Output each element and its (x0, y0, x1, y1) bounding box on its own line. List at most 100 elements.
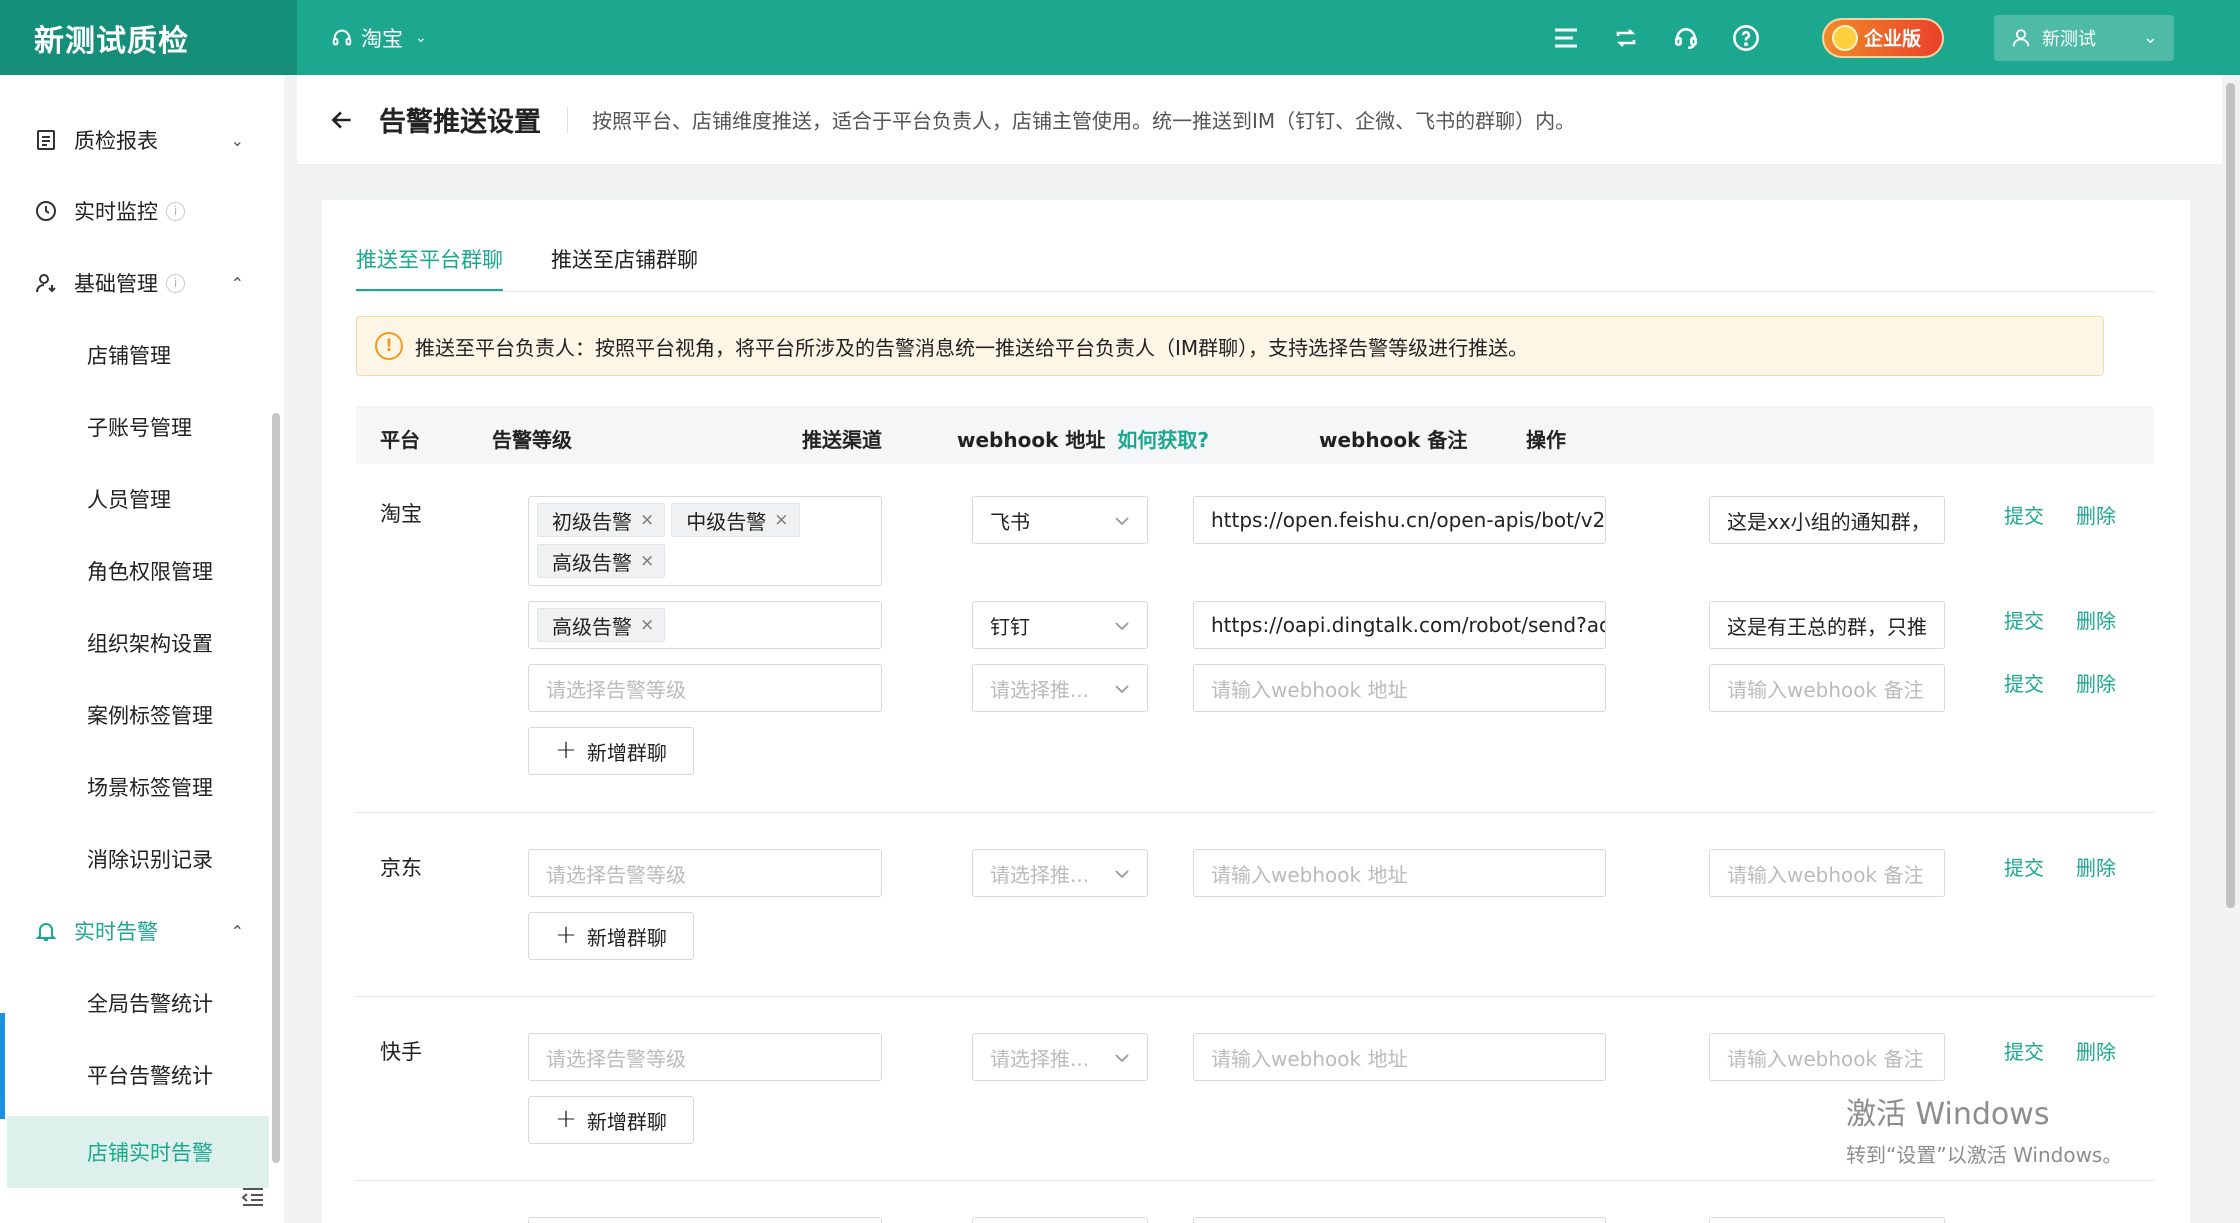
sidebar-item-platform-alerts[interactable]: 平台告警统计 (0, 1039, 270, 1111)
platform-name: 京东 (380, 856, 422, 880)
user-icon (2012, 28, 2030, 46)
remark-input[interactable]: 请输入webhook 备注 (1709, 664, 1945, 712)
close-icon[interactable]: × (640, 615, 654, 635)
webhook-input[interactable]: 请输入webhook 地址 (1193, 1033, 1606, 1081)
page-header: 告警推送设置 按照平台、店铺维度推送，适合于平台负责人，店铺主管使用。统一推送到… (297, 75, 2222, 165)
col-ops: 操作 (1526, 428, 1566, 452)
submit-link[interactable]: 提交 (2004, 668, 2044, 697)
submit-link[interactable]: 提交 (2004, 852, 2044, 881)
delete-link[interactable]: 删除 (2076, 1036, 2116, 1065)
remark-input[interactable] (1709, 1217, 1945, 1223)
sidebar-item-subaccounts[interactable]: 子账号管理 (0, 391, 270, 463)
add-group-button[interactable]: + 新增群聊 (528, 1096, 694, 1144)
add-group-label: 新增群聊 (586, 925, 667, 950)
app-logo: 新测试质检 (0, 0, 297, 75)
page-scrollbar[interactable] (2226, 83, 2235, 908)
sidebar-item-label: 实时告警 (74, 920, 158, 944)
sidebar-item-label: 店铺管理 (87, 344, 171, 368)
channel-select[interactable]: 钉钉 (972, 601, 1148, 649)
col-remark: webhook 备注 (1319, 428, 1468, 452)
alert-level-select[interactable] (528, 1217, 882, 1223)
sidebar-item-label: 角色权限管理 (87, 560, 213, 584)
plus-icon: + (555, 919, 577, 950)
channel-select[interactable]: 请选择推... (972, 1033, 1148, 1081)
tab-shop-group[interactable]: 推送至店铺群聊 (551, 244, 698, 292)
sidebar-item-basic[interactable]: 基础管理 i ⌃ (0, 247, 270, 319)
chevron-up-icon: ⌃ (230, 921, 244, 941)
tab-platform-group[interactable]: 推送至平台群聊 (356, 244, 503, 292)
channel-select[interactable]: 请选择推... (972, 664, 1148, 712)
level-tag-label: 高级告警 (552, 550, 632, 575)
enterprise-badge[interactable]: 企业版 (1822, 17, 1944, 58)
sidebar-item-report[interactable]: 质检报表 ⌄ (0, 104, 270, 176)
sidebar-item-people[interactable]: 人员管理 (0, 463, 270, 535)
sidebar-item-realtime-alerts[interactable]: 实时告警 ⌃ (0, 895, 270, 967)
channel-select[interactable] (972, 1217, 1148, 1223)
platform-switcher-label: 淘宝 (361, 26, 403, 51)
delete-link[interactable]: 删除 (2076, 605, 2116, 634)
chevron-down-icon: ⌄ (230, 130, 244, 150)
sidebar-item-global-alerts[interactable]: 全局告警统计 (0, 967, 270, 1039)
remark-input[interactable]: 请输入webhook 备注 (1709, 1033, 1945, 1081)
webhook-input[interactable] (1193, 1217, 1606, 1223)
alert-level-select[interactable]: 高级告警 × (528, 601, 882, 649)
headset-icon (332, 29, 352, 45)
channel-placeholder: 请选择推... (990, 1046, 1090, 1071)
user-menu[interactable]: 新测试 ⌄ (1994, 14, 2174, 61)
sidebar-item-org[interactable]: 组织架构设置 (0, 607, 270, 679)
chevron-down-icon (1115, 622, 1129, 631)
customer-service-icon[interactable] (1656, 8, 1716, 68)
webhook-input[interactable]: https://oapi.dingtalk.com/robot/send?ac (1193, 601, 1606, 649)
close-icon[interactable]: × (774, 510, 788, 530)
medal-icon (1832, 24, 1858, 51)
channel-placeholder: 请选择推... (990, 677, 1090, 702)
sidebar-item-label: 组织架构设置 (87, 632, 213, 656)
settings-card: 推送至平台群聊 推送至店铺群聊 ! 推送至平台负责人：按照平台视角，将平台所涉及… (322, 200, 2190, 1223)
chevron-down-icon (1115, 870, 1129, 879)
sidebar-item-roles[interactable]: 角色权限管理 (0, 535, 270, 607)
sidebar-item-label: 店铺实时告警 (87, 1141, 213, 1165)
tabs-divider (356, 291, 2154, 292)
webhook-input[interactable]: 请输入webhook 地址 (1193, 664, 1606, 712)
delete-link[interactable]: 删除 (2076, 852, 2116, 881)
remark-input[interactable]: 请输入webhook 备注 (1709, 849, 1945, 897)
remark-input[interactable]: 这是有王总的群，只推 (1709, 601, 1945, 649)
sidebar-item-case-tags[interactable]: 案例标签管理 (0, 679, 270, 751)
close-icon[interactable]: × (640, 510, 654, 530)
menu-list-icon[interactable] (1536, 8, 1596, 68)
sidebar-item-shop-alerts[interactable]: 店铺实时告警 (7, 1116, 269, 1188)
submit-link[interactable]: 提交 (2004, 500, 2044, 529)
add-group-button[interactable]: + 新增群聊 (528, 912, 694, 960)
sidebar-item-scene-tags[interactable]: 场景标签管理 (0, 751, 270, 823)
sidebar-item-shops[interactable]: 店铺管理 (0, 319, 270, 391)
add-group-button[interactable]: + 新增群聊 (528, 727, 694, 775)
alert-text: 推送至平台负责人：按照平台视角，将平台所涉及的告警消息统一推送给平台负责人（IM… (415, 335, 1529, 360)
chevron-down-icon (1115, 1054, 1129, 1063)
sidebar-item-clear-records[interactable]: 消除识别记录 (0, 823, 270, 895)
sidebar-scrollbar[interactable] (272, 413, 280, 1163)
remark-input[interactable]: 这是xx小组的通知群， (1709, 496, 1945, 544)
alert-level-select[interactable]: 请选择告警等级 (528, 1033, 882, 1081)
delete-link[interactable]: 删除 (2076, 668, 2116, 697)
back-arrow-icon[interactable] (329, 107, 355, 133)
delete-link[interactable]: 删除 (2076, 500, 2116, 529)
help-icon[interactable] (1716, 8, 1776, 68)
alert-level-select[interactable]: 请选择告警等级 (528, 664, 882, 712)
channel-select[interactable]: 飞书 (972, 496, 1148, 544)
submit-link[interactable]: 提交 (2004, 605, 2044, 634)
title-divider (567, 106, 568, 133)
refresh-icon[interactable] (1596, 8, 1656, 68)
alert-level-select[interactable]: 请选择告警等级 (528, 849, 882, 897)
info-icon[interactable]: i (166, 201, 185, 221)
webhook-input[interactable]: https://open.feishu.cn/open-apis/bot/v2/ (1193, 496, 1606, 544)
submit-link[interactable]: 提交 (2004, 1036, 2044, 1065)
collapse-menu-icon[interactable] (240, 1185, 266, 1213)
platform-switcher[interactable]: 淘宝 ⌄ (331, 23, 427, 53)
channel-select[interactable]: 请选择推... (972, 849, 1148, 897)
alert-level-select[interactable]: 初级告警 × 中级告警 × 高级告警 × (528, 496, 882, 586)
sidebar-item-monitor[interactable]: 实时监控 i (0, 175, 270, 247)
webhook-input[interactable]: 请输入webhook 地址 (1193, 849, 1606, 897)
how-to-get-link[interactable]: 如何获取? (1117, 428, 1209, 452)
info-icon[interactable]: i (166, 273, 185, 293)
close-icon[interactable]: × (640, 551, 654, 571)
